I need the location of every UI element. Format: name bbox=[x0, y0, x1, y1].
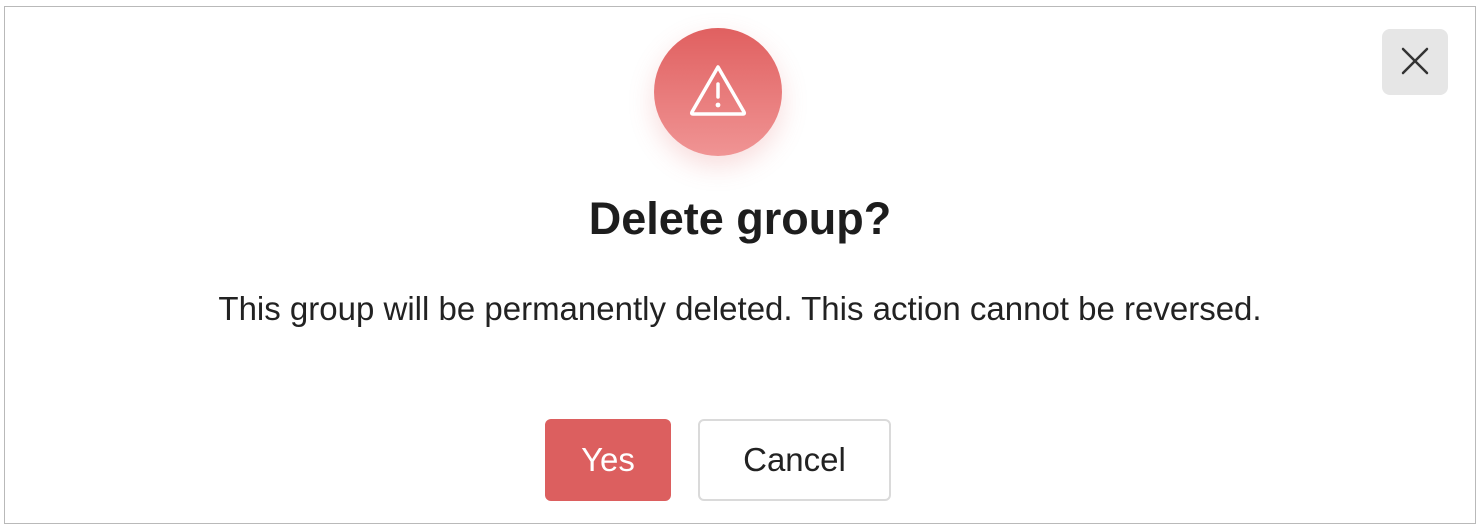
dialog-message: This group will be permanently deleted. … bbox=[218, 290, 1262, 327]
cancel-button[interactable]: Cancel bbox=[698, 419, 891, 501]
dialog-title: Delete group? bbox=[588, 193, 892, 244]
close-icon bbox=[1400, 46, 1430, 79]
delete-group-dialog: Delete group? This group will be permane… bbox=[4, 6, 1476, 524]
warning-triangle-icon bbox=[688, 63, 748, 122]
close-button[interactable] bbox=[1382, 29, 1448, 95]
warning-badge bbox=[654, 28, 782, 156]
yes-button[interactable]: Yes bbox=[545, 419, 671, 501]
